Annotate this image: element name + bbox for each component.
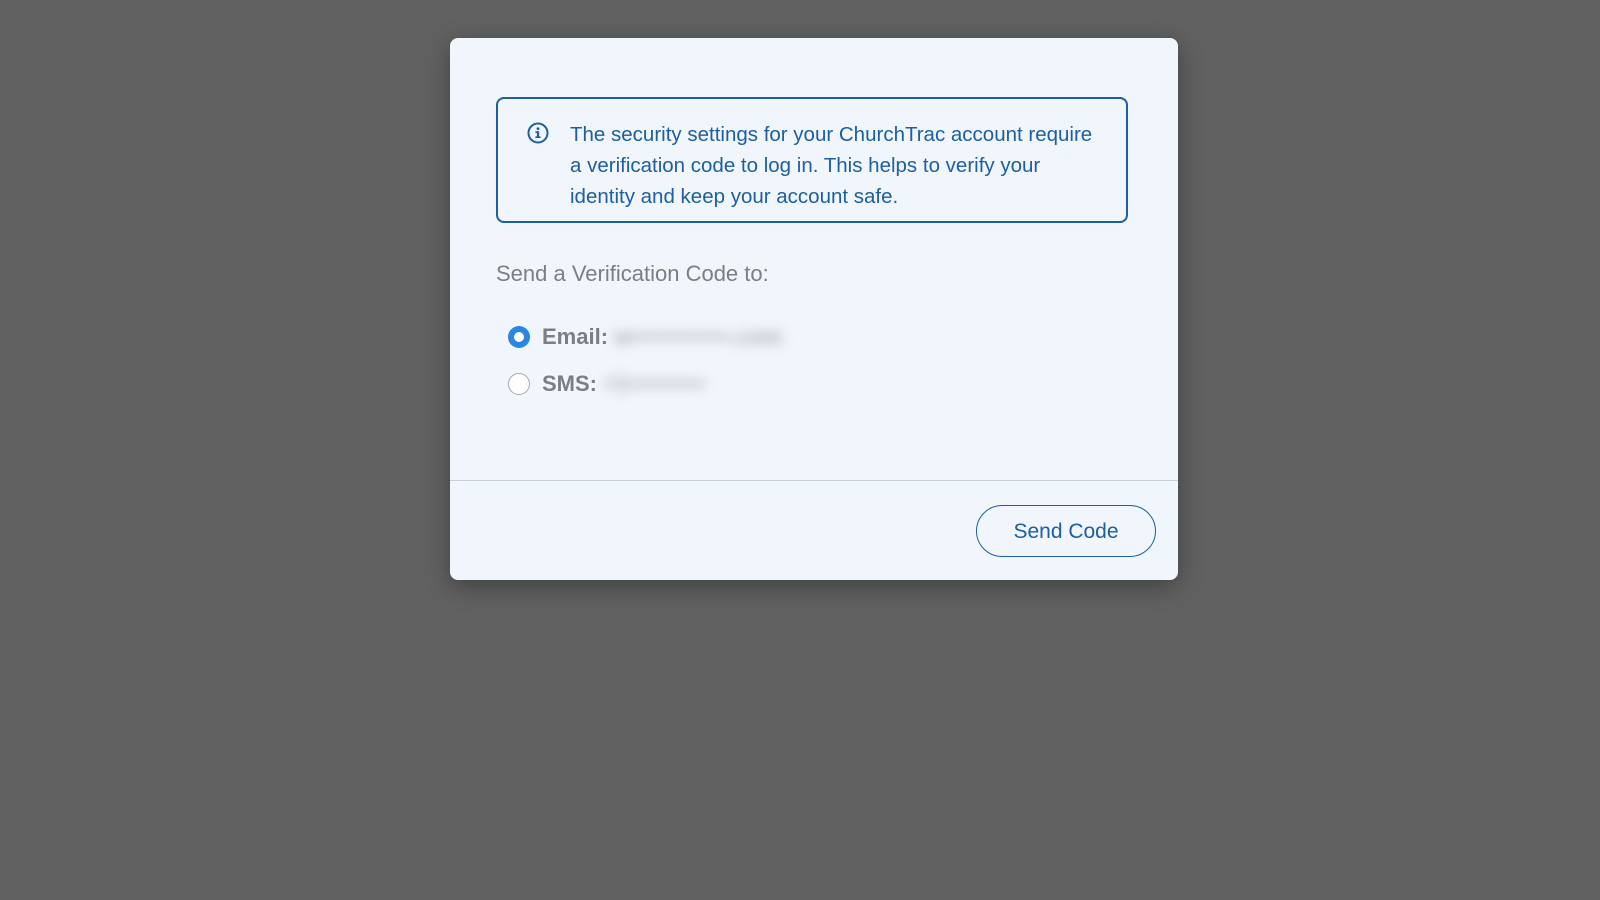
email-option-label[interactable]: Email: bbox=[542, 324, 608, 350]
sms-option-value: +1•••••••••• bbox=[603, 371, 706, 396]
sms-radio[interactable] bbox=[508, 373, 530, 395]
sms-option[interactable]: SMS: +1•••••••••• bbox=[508, 370, 705, 398]
security-info-notice: The security settings for your ChurchTra… bbox=[496, 97, 1128, 223]
dialog-footer: Send Code bbox=[450, 481, 1178, 580]
sms-option-label[interactable]: SMS: bbox=[542, 371, 597, 397]
email-option[interactable]: Email: w•••••••••••••.com bbox=[508, 323, 783, 351]
info-message: The security settings for your ChurchTra… bbox=[570, 123, 1093, 208]
dialog-body: The security settings for your ChurchTra… bbox=[450, 38, 1178, 480]
send-code-label: Send a Verification Code to: bbox=[496, 261, 769, 286]
send-code-button[interactable]: Send Code bbox=[976, 505, 1156, 557]
email-option-value: w•••••••••••••.com bbox=[614, 324, 783, 349]
verification-dialog: The security settings for your ChurchTra… bbox=[450, 38, 1178, 580]
info-circle-icon bbox=[527, 122, 549, 144]
email-radio[interactable] bbox=[508, 326, 530, 348]
